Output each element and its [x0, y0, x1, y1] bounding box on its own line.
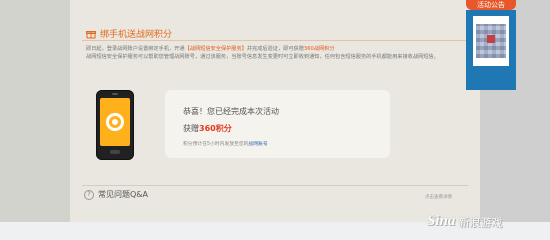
gain-prefix: 获赠 — [183, 124, 199, 133]
question-icon: ? — [84, 189, 94, 200]
gain-text: 获赠360积分 — [183, 123, 232, 134]
result-note: 积分预计在5小时内发放至您的战网账号 — [183, 140, 268, 147]
content-panel: 绑手机送战网积分 即日起，登录战网账户设置绑定手机，开通【战网短信安全保护服务】… — [70, 0, 480, 240]
sms-service-link[interactable]: 【战网短信安全保护服务】 — [185, 46, 247, 52]
faq-heading[interactable]: ? 常见问题Q&A — [84, 189, 148, 200]
sina-games-text: 新浪游戏 — [458, 215, 503, 229]
phone-home-button — [110, 150, 120, 154]
left-margin — [0, 0, 70, 240]
desc-line-2: 战网短信安全保护服务可以帮助您管理战网账号，通过该服务，当账号信息发生变更时可立… — [86, 54, 439, 60]
notice-tab[interactable]: 活动公告 — [466, 0, 516, 10]
phone-illustration — [96, 90, 134, 160]
faq-title: 常见问题Q&A — [98, 190, 149, 199]
section-title: 绑手机送战网积分 — [86, 27, 172, 40]
section-description: 即日起，登录战网账户设置绑定手机，开通【战网短信安全保护服务】并完成后验证，即可… — [86, 45, 471, 61]
qr-center-mark — [487, 35, 495, 43]
section-divider — [82, 40, 468, 41]
faq-divider — [82, 185, 468, 186]
note-text: 积分预计在5小时内发放至您的 — [183, 142, 249, 147]
phone-camera — [112, 93, 118, 95]
congrats-text: 恭喜！您已经完成本次活动 — [183, 107, 279, 116]
desc-line-1: 即日起，登录战网账户设置绑定手机，开通【战网短信安全保护服务】并完成后验证，即可… — [86, 45, 471, 53]
phone-screen — [100, 98, 130, 146]
result-card: 恭喜！您已经完成本次活动 获赠360积分 积分预计在5小时内发放至您的战网账号 — [165, 90, 390, 158]
page: 绑手机送战网积分 即日起，登录战网账户设置绑定手机，开通【战网短信安全保护服务】… — [0, 0, 550, 240]
desc-text-2: 并完成后验证，即可获赠 — [246, 46, 304, 52]
faq-more-link[interactable]: 点击查看详情 — [425, 194, 452, 200]
battlenet-icon — [106, 113, 124, 131]
section-title-text: 绑手机送战网积分 — [100, 30, 173, 40]
desc-text: 即日起，登录战网账户设置绑定手机，开通 — [86, 46, 185, 52]
account-link[interactable]: 战网账号 — [248, 142, 267, 147]
sina-logo-text: Sina — [427, 213, 456, 229]
points-highlight: 360战网积分 — [303, 46, 335, 52]
sina-games-logo: Sina 新浪游戏 — [427, 213, 502, 230]
gain-points: 360积分 — [199, 124, 232, 133]
gift-icon — [86, 30, 96, 38]
